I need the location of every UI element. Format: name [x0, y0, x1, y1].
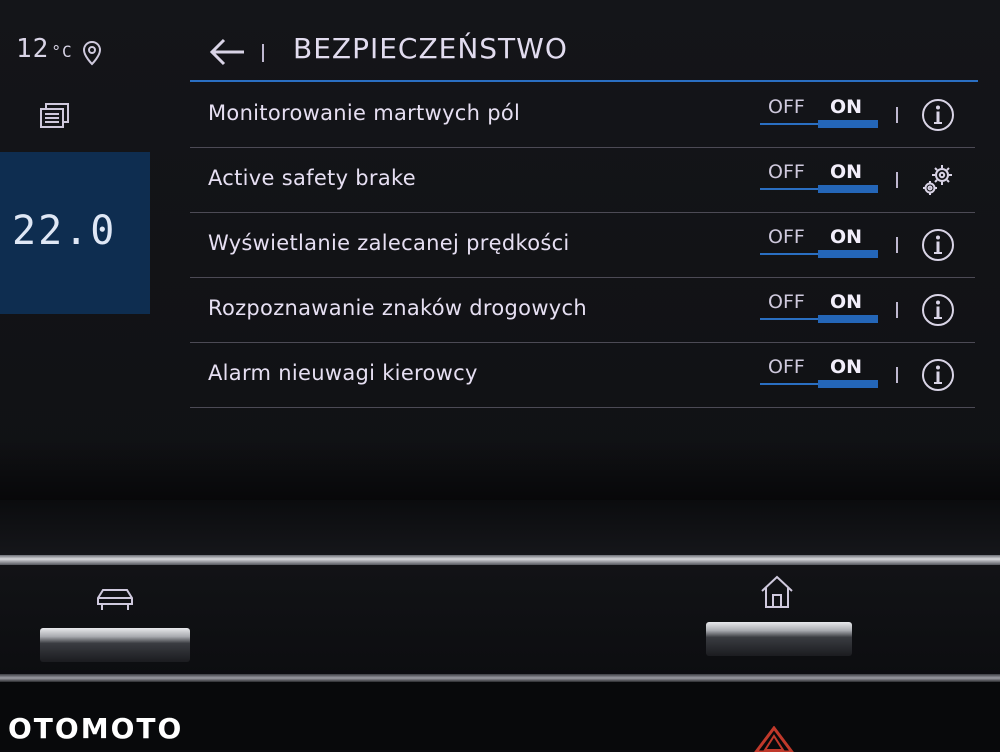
gears-icon[interactable] [920, 162, 956, 198]
setting-label: Alarm nieuwagi kierowcy [208, 361, 478, 385]
toggle-off-label[interactable]: OFF [768, 291, 805, 313]
infotainment-screen: 12 °C 22.0 BEZPIECZEŃSTWO Monitorowanie m… [0, 0, 1000, 500]
setting-row-traffic-sign-recognition: Rozpoznawanie znaków drogowych OFF ON [190, 278, 975, 343]
outside-temperature: 12 °C [16, 34, 73, 64]
toggle-selected-indicator [818, 315, 878, 323]
outside-temp-value: 12 [16, 34, 50, 64]
page-title: BEZPIECZEŃSTWO [293, 32, 568, 65]
apps-menu-icon[interactable] [38, 102, 72, 130]
location-pin-icon[interactable] [82, 40, 102, 66]
setting-row-active-safety-brake: Active safety brake OFF ON [190, 148, 975, 213]
chrome-trim-lower [0, 674, 1000, 682]
toggle-on-label[interactable]: ON [830, 356, 862, 378]
header-underline [190, 80, 978, 82]
on-off-toggle[interactable]: OFF ON [760, 226, 878, 260]
on-off-toggle[interactable]: OFF ON [760, 356, 878, 390]
climate-temperature[interactable]: 22.0 [12, 208, 116, 254]
hazard-warning-icon[interactable] [752, 726, 796, 752]
setting-label: Wyświetlanie zalecanej prędkości [208, 231, 570, 255]
row-divider [896, 237, 898, 253]
setting-label: Rozpoznawanie znaków drogowych [208, 296, 587, 320]
toggle-off-label[interactable]: OFF [768, 226, 805, 248]
info-icon[interactable] [920, 227, 956, 263]
setting-row-blind-spot: Monitorowanie martwych pól OFF ON [190, 83, 975, 148]
chrome-trim [0, 555, 1000, 565]
setting-row-driver-attention-alert: Alarm nieuwagi kierowcy OFF ON [190, 343, 975, 408]
header-divider [262, 44, 264, 62]
toggle-on-label[interactable]: ON [830, 96, 862, 118]
row-divider [896, 302, 898, 318]
setting-label: Active safety brake [208, 166, 416, 190]
screen-bezel [0, 500, 1000, 555]
row-divider [896, 367, 898, 383]
on-off-toggle[interactable]: OFF ON [760, 161, 878, 195]
toggle-on-label[interactable]: ON [830, 291, 862, 313]
toggle-off-label[interactable]: OFF [768, 356, 805, 378]
toggle-off-label[interactable]: OFF [768, 161, 805, 183]
info-icon[interactable] [920, 97, 956, 133]
on-off-toggle[interactable]: OFF ON [760, 96, 878, 130]
home-icon [761, 575, 793, 608]
on-off-toggle[interactable]: OFF ON [760, 291, 878, 325]
row-divider [896, 172, 898, 188]
info-icon[interactable] [920, 292, 956, 328]
info-icon[interactable] [920, 357, 956, 393]
back-arrow-icon[interactable] [208, 36, 246, 68]
toggle-on-label[interactable]: ON [830, 226, 862, 248]
setting-row-speed-recommendation: Wyświetlanie zalecanej prędkości OFF ON [190, 213, 975, 278]
home-button[interactable] [706, 622, 852, 656]
car-icon [97, 589, 133, 610]
row-divider [896, 107, 898, 123]
toggle-selected-indicator [818, 120, 878, 128]
toggle-on-label[interactable]: ON [830, 161, 862, 183]
setting-label: Monitorowanie martwych pól [208, 101, 521, 125]
toggle-selected-indicator [818, 380, 878, 388]
vehicle-shortcut-button[interactable] [40, 628, 190, 662]
toggle-off-label[interactable]: OFF [768, 96, 805, 118]
screen-shading [0, 440, 1000, 500]
toggle-selected-indicator [818, 250, 878, 258]
toggle-selected-indicator [818, 185, 878, 193]
watermark-logo: OTOMOTO [8, 712, 184, 745]
outside-temp-unit: °C [51, 42, 73, 61]
